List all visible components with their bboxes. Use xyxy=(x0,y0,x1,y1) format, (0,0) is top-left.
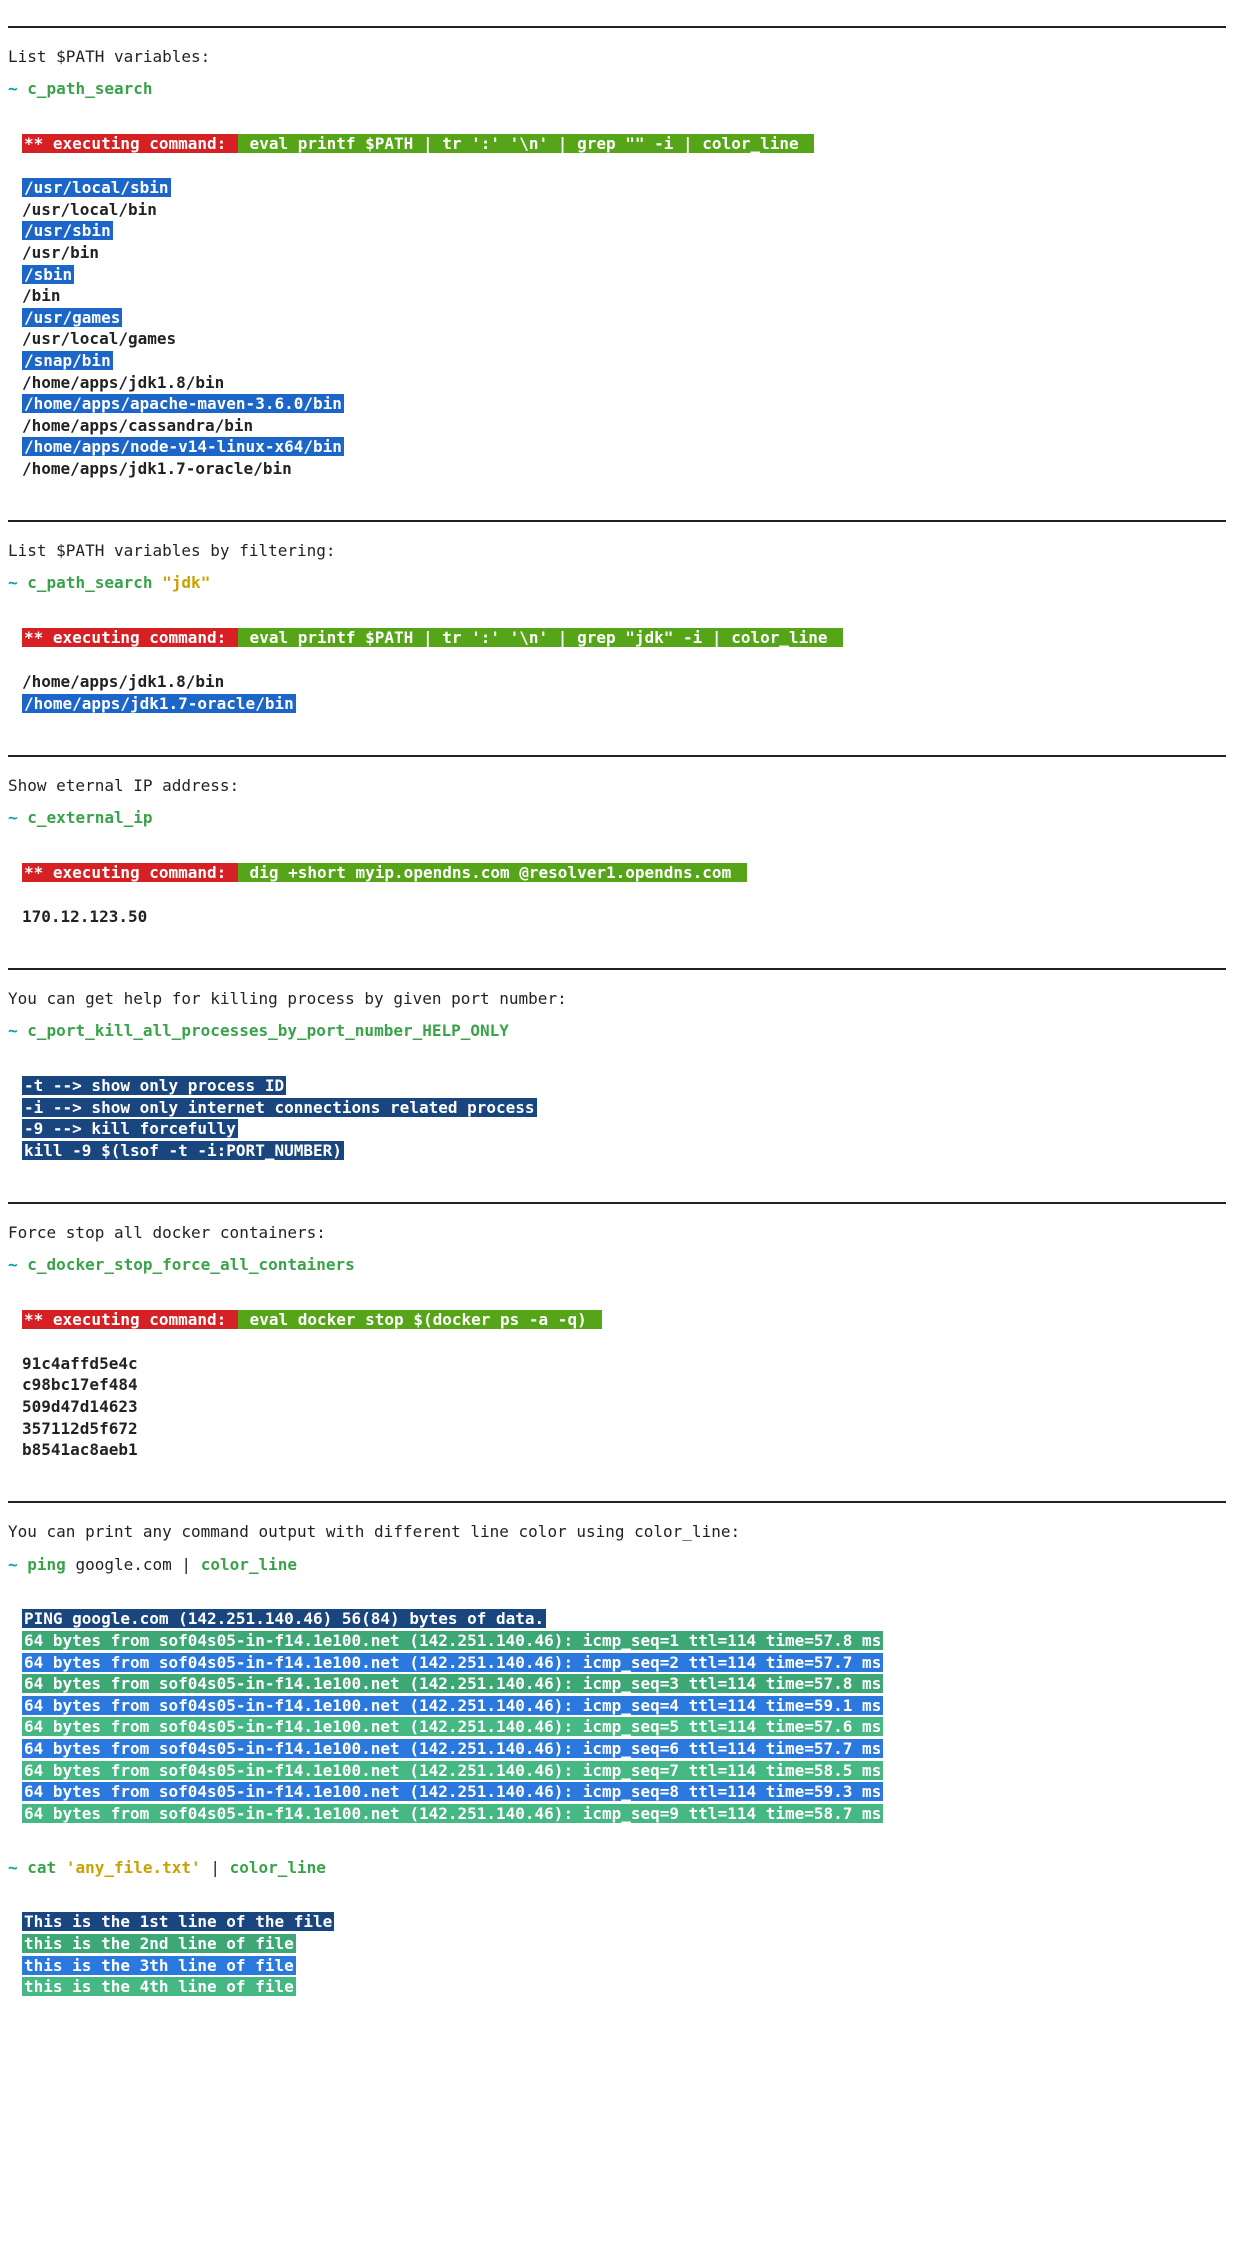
prompt-tilde: ~ xyxy=(8,573,18,592)
output-line: /usr/local/bin xyxy=(22,200,157,219)
command-name: c_external_ip xyxy=(27,808,152,827)
exec-label: ** executing command: xyxy=(22,1310,238,1329)
divider xyxy=(8,520,1226,522)
output-line: b8541ac8aeb1 xyxy=(22,1440,138,1459)
section-desc: Force stop all docker containers: xyxy=(8,1222,1226,1244)
prompt-tilde: ~ xyxy=(8,1255,18,1274)
code-output: PING google.com (142.251.140.46) 56(84) … xyxy=(8,1586,1226,1847)
output-line: 64 bytes from sof04s05-in-f14.1e100.net … xyxy=(22,1761,883,1780)
prompt-tilde: ~ xyxy=(8,808,18,827)
section-desc: List $PATH variables: xyxy=(8,46,1226,68)
output-line: 64 bytes from sof04s05-in-f14.1e100.net … xyxy=(22,1674,883,1693)
code-output: -t --> show only process ID -i --> show o… xyxy=(8,1053,1226,1184)
output-line: This is the 1st line of the file xyxy=(22,1912,334,1931)
divider xyxy=(8,1202,1226,1204)
prompt-tilde: ~ xyxy=(8,1858,18,1877)
output-line: /home/apps/jdk1.7-oracle/bin xyxy=(22,459,292,478)
section-desc: List $PATH variables by filtering: xyxy=(8,540,1226,562)
output-line: /usr/sbin xyxy=(22,221,113,240)
prompt-line: ~ cat 'any_file.txt' | color_line xyxy=(8,1857,1226,1879)
cat-arg: 'any_file.txt' xyxy=(66,1858,201,1877)
output-line: c98bc17ef484 xyxy=(22,1375,138,1394)
output-line: 357112d5f672 xyxy=(22,1419,138,1438)
output-line: /home/apps/apache-maven-3.6.0/bin xyxy=(22,394,344,413)
divider xyxy=(8,968,1226,970)
output-line: 64 bytes from sof04s05-in-f14.1e100.net … xyxy=(22,1782,883,1801)
output-line: 64 bytes from sof04s05-in-f14.1e100.net … xyxy=(22,1739,883,1758)
code-output: ** executing command: dig +short myip.op… xyxy=(8,839,1226,949)
exec-label: ** executing command: xyxy=(22,863,238,882)
code-output: ** executing command: eval printf $PATH … xyxy=(8,605,1226,737)
output-line: -i --> show only internet connections re… xyxy=(22,1098,537,1117)
pipe: | xyxy=(201,1858,230,1877)
section-desc: You can get help for killing process by … xyxy=(8,988,1226,1010)
code-output: ** executing command: eval printf $PATH … xyxy=(8,111,1226,502)
prompt-tilde: ~ xyxy=(8,79,18,98)
output-line: PING google.com (142.251.140.46) 56(84) … xyxy=(22,1609,546,1628)
exec-label: ** executing command: xyxy=(22,134,238,153)
exec-cmd: eval printf $PATH | tr ':' '\n' | grep "… xyxy=(238,628,843,647)
output-line: /sbin xyxy=(22,265,74,284)
output-line: /snap/bin xyxy=(22,351,113,370)
output-line: 91c4affd5e4c xyxy=(22,1354,138,1373)
ping-arg: google.com xyxy=(75,1555,171,1574)
output-line: /home/apps/jdk1.7-oracle/bin xyxy=(22,694,296,713)
exec-cmd: eval printf $PATH | tr ':' '\n' | grep "… xyxy=(238,134,814,153)
output-line: this is the 2nd line of file xyxy=(22,1934,296,1953)
command-name: c_port_kill_all_processes_by_port_number… xyxy=(27,1021,509,1040)
output-line: kill -9 $(lsof -t -i:PORT_NUMBER) xyxy=(22,1141,344,1160)
pipe: | xyxy=(172,1555,201,1574)
output-line: /home/apps/cassandra/bin xyxy=(22,416,253,435)
output-line: 64 bytes from sof04s05-in-f14.1e100.net … xyxy=(22,1631,883,1650)
output-line: /home/apps/node-v14-linux-x64/bin xyxy=(22,437,344,456)
prompt-line: ~ c_docker_stop_force_all_containers xyxy=(8,1254,1226,1276)
output-line: 64 bytes from sof04s05-in-f14.1e100.net … xyxy=(22,1717,883,1736)
output-line: /usr/local/sbin xyxy=(22,178,171,197)
prompt-line: ~ c_external_ip xyxy=(8,807,1226,829)
output-line: 64 bytes from sof04s05-in-f14.1e100.net … xyxy=(22,1696,883,1715)
divider xyxy=(8,1501,1226,1503)
ping-cmd: ping xyxy=(27,1555,66,1574)
command-name: c_path_search xyxy=(27,573,152,592)
output-line: /bin xyxy=(22,286,61,305)
section-desc: Show eternal IP address: xyxy=(8,775,1226,797)
cat-cmd: cat xyxy=(27,1858,56,1877)
exec-cmd: dig +short myip.opendns.com @resolver1.o… xyxy=(238,863,747,882)
code-output: ** executing command: eval docker stop $… xyxy=(8,1286,1226,1483)
output-line: /usr/games xyxy=(22,308,122,327)
output-line: 509d47d14623 xyxy=(22,1397,138,1416)
prompt-tilde: ~ xyxy=(8,1555,18,1574)
output-line: /usr/bin xyxy=(22,243,99,262)
output-line: /home/apps/jdk1.8/bin xyxy=(22,672,224,691)
divider xyxy=(8,755,1226,757)
prompt-line: ~ c_port_kill_all_processes_by_port_numb… xyxy=(8,1020,1226,1042)
output-line: 64 bytes from sof04s05-in-f14.1e100.net … xyxy=(22,1653,883,1672)
output-line: /usr/local/games xyxy=(22,329,176,348)
code-output: This is the 1st line of the file this is … xyxy=(8,1889,1226,2020)
exec-label: ** executing command: xyxy=(22,628,238,647)
prompt-tilde: ~ xyxy=(8,1021,18,1040)
prompt-line: ~ c_path_search xyxy=(8,78,1226,100)
command-name: c_path_search xyxy=(27,79,152,98)
divider xyxy=(8,26,1226,28)
prompt-line: ~ ping google.com | color_line xyxy=(8,1554,1226,1576)
output-line: this is the 3th line of file xyxy=(22,1956,296,1975)
exec-cmd: eval docker stop $(docker ps -a -q) xyxy=(238,1310,602,1329)
output-line: -t --> show only process ID xyxy=(22,1076,286,1095)
section-desc: You can print any command output with di… xyxy=(8,1521,1226,1543)
output-line: -9 --> kill forcefully xyxy=(22,1119,238,1138)
output-line: 64 bytes from sof04s05-in-f14.1e100.net … xyxy=(22,1804,883,1823)
output-line: /home/apps/jdk1.8/bin xyxy=(22,373,224,392)
output-line: 170.12.123.50 xyxy=(22,907,147,926)
command-arg: "jdk" xyxy=(162,573,210,592)
color-line-cmd: color_line xyxy=(201,1555,297,1574)
output-line: this is the 4th line of file xyxy=(22,1977,296,1996)
command-name: c_docker_stop_force_all_containers xyxy=(27,1255,355,1274)
prompt-line: ~ c_path_search "jdk" xyxy=(8,572,1226,594)
color-line-cmd: color_line xyxy=(230,1858,326,1877)
